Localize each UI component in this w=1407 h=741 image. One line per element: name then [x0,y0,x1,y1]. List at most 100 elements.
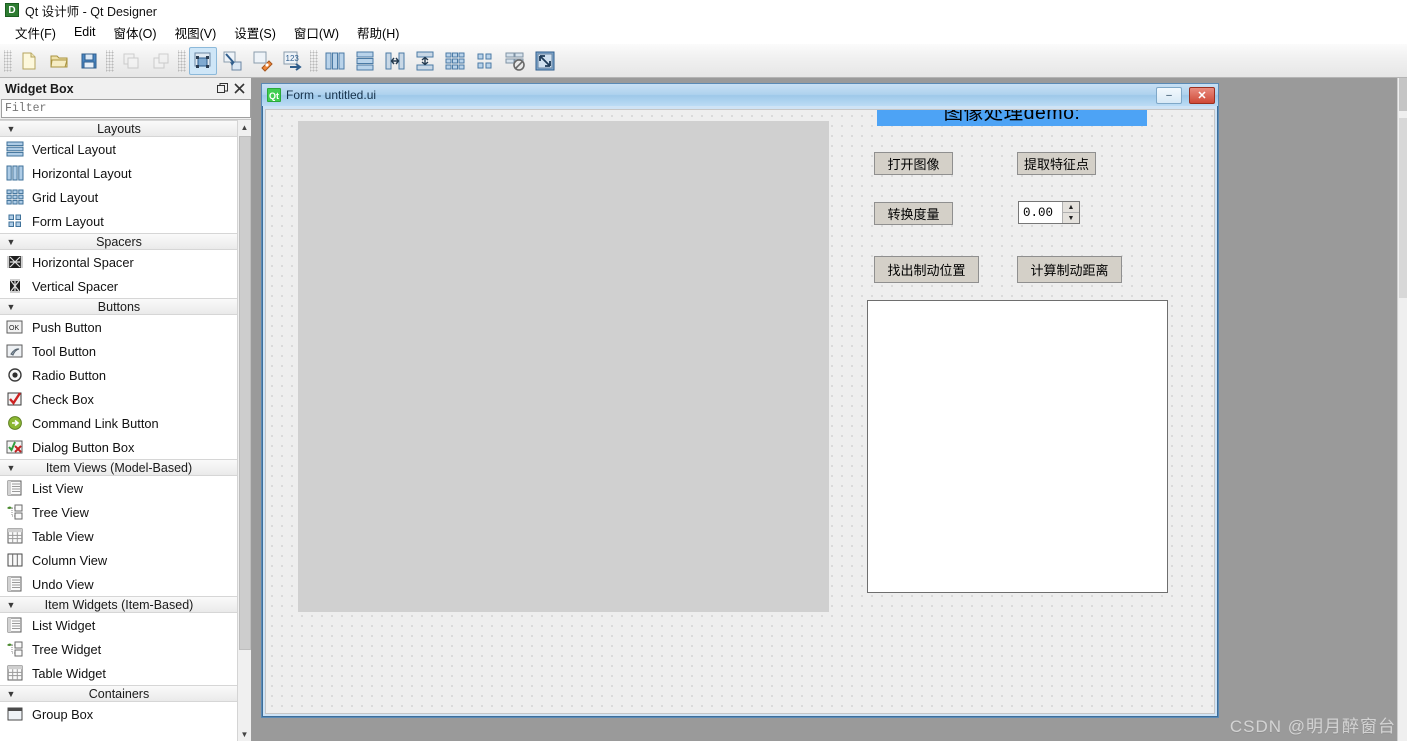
menu-edit[interactable]: Edit [65,22,105,42]
open-folder-icon[interactable] [45,47,73,75]
category-label: Spacers [96,234,142,249]
widget-item-grid-layout[interactable]: Grid Layout [0,185,238,209]
widget-item-label: List Widget [32,617,96,633]
widget-item-horizontal-spacer[interactable]: Horizontal Spacer [0,250,238,274]
widget-item-table-widget[interactable]: Table Widget [0,661,238,685]
toolbar-grip[interactable] [4,49,12,72]
edit-signals-slots-icon[interactable] [219,47,247,75]
spinbox-value[interactable]: 0.00 [1019,202,1062,223]
widget-item-group-box[interactable]: Group Box [0,702,238,726]
scroll-up-arrow-icon[interactable]: ▲ [238,120,251,134]
toolbar-grip-4[interactable] [310,49,318,72]
open-image-button[interactable]: 打开图像 [874,152,953,175]
close-icon[interactable] [231,80,248,97]
edit-buddies-icon[interactable] [249,47,277,75]
widget-item-table-view[interactable]: Table View [0,524,238,548]
scroll-down-arrow-icon[interactable]: ▼ [238,727,251,741]
layout-splitter-h-icon[interactable] [381,47,409,75]
layout-horizontal-icon[interactable] [321,47,349,75]
spinbox-down-arrow-icon[interactable]: ▼ [1063,213,1079,223]
grid-layout-icon [4,187,26,207]
menu-file[interactable]: 文件(F) [6,20,65,45]
form-title-bar[interactable]: Qt Form - untitled.ui – ✕ [262,84,1218,106]
chevron-down-icon: ▼ [6,462,16,473]
menu-view[interactable]: 视图(V) [166,20,226,45]
menu-help[interactable]: 帮助(H) [348,20,408,45]
layout-grid-icon[interactable] [441,47,469,75]
edit-widgets-icon[interactable] [189,46,217,75]
output-text-panel[interactable] [867,300,1168,593]
demo-heading-label: 图像处理demo: [877,110,1147,126]
chevron-down-icon: ▼ [6,123,16,134]
category-header-containers[interactable]: ▼ Containers [0,685,238,702]
redo-icon[interactable] [147,47,175,75]
undo-icon[interactable] [117,47,145,75]
category-header-item-views[interactable]: ▼ Item Views (Model-Based) [0,459,238,476]
spinbox-up-arrow-icon[interactable]: ▲ [1063,202,1079,213]
widget-item-tool-button[interactable]: Tool Button [0,339,238,363]
widget-item-vertical-spacer[interactable]: Vertical Spacer [0,274,238,298]
widget-item-command-link-button[interactable]: Command Link Button [0,411,238,435]
dialog-button-box-icon [4,437,26,457]
save-disk-icon[interactable] [75,47,103,75]
scrollbar-thumb[interactable] [1399,118,1407,298]
mdi-vertical-scrollbar[interactable] [1397,78,1407,741]
category-header-spacers[interactable]: ▼ Spacers [0,233,238,250]
widget-item-label: Dialog Button Box [32,439,135,455]
float-icon[interactable] [214,80,231,97]
widget-item-dialog-button-box[interactable]: Dialog Button Box [0,435,238,459]
filter-input[interactable] [1,99,251,118]
widget-item-check-box[interactable]: Check Box [0,387,238,411]
category-header-layouts[interactable]: ▼ Layouts [0,120,238,137]
widget-box-title: Widget Box [5,81,74,96]
layout-vertical-icon[interactable] [351,47,379,75]
value-spinbox[interactable]: 0.00 ▲ ▼ [1018,201,1080,224]
break-layout-icon[interactable] [501,47,529,75]
widget-item-label: Push Button [32,319,102,335]
scrollbar-thumb[interactable] [239,136,251,650]
chevron-down-icon: ▼ [6,236,16,247]
widget-item-undo-view[interactable]: Undo View [0,572,238,596]
minimize-button[interactable]: – [1156,86,1182,104]
command-link-button-icon [4,413,26,433]
find-brake-position-button[interactable]: 找出制动位置 [874,256,979,283]
form-design-canvas[interactable]: 图像处理demo: 打开图像 提取特征点 转换度量 找出制动位置 计算制动距离 … [265,109,1215,714]
widget-item-vertical-layout[interactable]: Vertical Layout [0,137,238,161]
layout-form-icon[interactable] [471,47,499,75]
widget-box-scrollbar[interactable]: ▲ ▼ [237,120,251,741]
scrollbar-thumb-top[interactable] [1399,78,1407,111]
qt-designer-window: D Qt 设计师 - Qt Designer 文件(F) Edit 窗体(O) … [0,0,1407,741]
layout-splitter-v-icon[interactable] [411,47,439,75]
adjust-size-icon[interactable] [531,47,559,75]
widget-item-label: List View [32,480,83,496]
extract-features-button[interactable]: 提取特征点 [1017,152,1096,175]
menu-settings[interactable]: 设置(S) [225,20,285,45]
menu-form[interactable]: 窗体(O) [105,20,166,45]
widget-item-tree-view[interactable]: Tree View [0,500,238,524]
widget-item-label: Command Link Button [32,415,159,431]
toolbar-grip-3[interactable] [178,49,186,72]
widget-item-horizontal-layout[interactable]: Horizontal Layout [0,161,238,185]
menu-window[interactable]: 窗口(W) [285,20,348,45]
new-file-icon[interactable] [15,47,43,75]
qt-icon: Qt [267,88,281,102]
image-preview-panel[interactable] [298,121,829,612]
convert-measure-button[interactable]: 转换度量 [874,202,953,225]
widget-item-form-layout[interactable]: Form Layout [0,209,238,233]
widget-item-column-view[interactable]: Column View [0,548,238,572]
form-sub-window: Qt Form - untitled.ui – ✕ 图像处理demo: 打开图像… [261,83,1219,718]
close-button[interactable]: ✕ [1189,86,1215,104]
toolbar-grip-2[interactable] [106,49,114,72]
edit-tab-order-icon[interactable]: 123 [279,47,307,75]
widget-item-list-view[interactable]: List View [0,476,238,500]
widget-item-push-button[interactable]: OK Push Button [0,315,238,339]
category-header-buttons[interactable]: ▼ Buttons [0,298,238,315]
widget-item-list-widget[interactable]: List Widget [0,613,238,637]
form-layout-icon [4,211,26,231]
widget-item-tree-widget[interactable]: Tree Widget [0,637,238,661]
category-header-item-widgets[interactable]: ▼ Item Widgets (Item-Based) [0,596,238,613]
menu-bar: 文件(F) Edit 窗体(O) 视图(V) 设置(S) 窗口(W) 帮助(H) [0,20,1407,44]
calc-brake-distance-button[interactable]: 计算制动距离 [1017,256,1122,283]
widget-item-radio-button[interactable]: Radio Button [0,363,238,387]
form-title-text: Form - untitled.ui [286,88,377,102]
